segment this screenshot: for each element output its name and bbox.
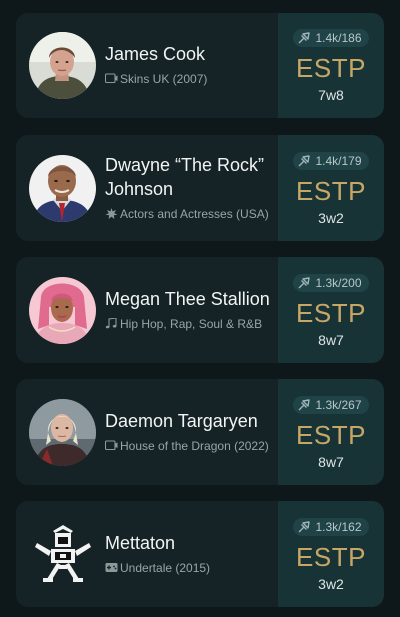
profile-card[interactable]: James Cook Skins UK (2007) 1.4k/186 ESTP…	[16, 13, 384, 118]
star-burst-icon	[105, 207, 118, 219]
votes-badge: 1.4k/179	[293, 151, 369, 170]
votes-badge: 1.3k/200	[293, 273, 369, 292]
vote-icon	[298, 276, 311, 289]
votes-badge: 1.3k/162	[293, 517, 369, 536]
enneagram-wing: 3w2	[318, 209, 344, 226]
votes-badge: 1.4k/186	[293, 29, 369, 47]
votes-count: 1.4k/186	[315, 31, 362, 45]
personality-panel: 1.3k/162 ESTP 3w2	[278, 501, 384, 607]
profile-name: James Cook	[105, 44, 206, 64]
votes-badge: 1.3k/267	[293, 395, 369, 414]
profile-name: Megan Thee Stallion	[105, 288, 270, 309]
profile-category: Undertale (2015)	[105, 559, 210, 578]
profile-card-main: Megan Thee Stallion Hip Hop, Rap, Soul &…	[16, 257, 278, 363]
tv-icon	[105, 73, 118, 84]
votes-count: 1.3k/200	[315, 275, 362, 290]
profile-card[interactable]: Dwayne “The Rock” Johnson Actors and Act…	[16, 135, 384, 241]
profile-name: Dwayne “The Rock” Johnson	[105, 154, 265, 199]
profile-category: House of the Dragon (2022)	[105, 437, 269, 456]
avatar	[29, 32, 96, 99]
avatar	[29, 398, 96, 466]
personality-panel: 1.4k/179 ESTP 3w2	[278, 135, 384, 241]
profile-card-main: James Cook Skins UK (2007)	[16, 13, 278, 118]
profile-card-main: Dwayne “The Rock” Johnson Actors and Act…	[16, 135, 278, 241]
personality-panel: 1.3k/200 ESTP 8w7	[278, 257, 384, 363]
profile-card-main: Daemon Targaryen House of the Dragon (20…	[16, 379, 278, 485]
personality-panel: 1.3k/267 ESTP 8w7	[278, 379, 384, 485]
enneagram-wing: 8w7	[318, 331, 344, 348]
personality-type: ESTP	[296, 175, 366, 206]
gamepad-icon	[105, 562, 118, 573]
profile-category-label: Hip Hop, Rap, Soul & R&B	[120, 316, 263, 331]
profile-name: Mettaton	[105, 532, 176, 553]
profile-category: Hip Hop, Rap, Soul & R&B	[105, 315, 270, 334]
avatar	[29, 154, 96, 222]
vote-icon	[298, 154, 311, 167]
profile-category: Actors and Actresses (USA)	[105, 205, 272, 224]
vote-icon	[298, 398, 311, 411]
tv-icon	[105, 439, 118, 451]
enneagram-wing: 8w7	[318, 453, 344, 470]
profile-card[interactable]: Mettaton Undertale (2015) 1.3k/162 ESTP …	[16, 501, 384, 607]
personality-type: ESTP	[296, 297, 366, 328]
personality-panel: 1.4k/186 ESTP 7w8	[278, 13, 384, 118]
profile-category: Skins UK (2007)	[105, 70, 207, 89]
personality-type: ESTP	[296, 53, 366, 83]
profile-list: James Cook Skins UK (2007) 1.4k/186 ESTP…	[0, 0, 400, 617]
enneagram-wing: 7w8	[318, 87, 344, 103]
votes-count: 1.4k/179	[315, 153, 362, 168]
votes-count: 1.3k/162	[315, 519, 362, 534]
votes-count: 1.3k/267	[315, 397, 362, 412]
enneagram-wing: 3w2	[318, 575, 344, 592]
profile-category-label: Undertale (2015)	[120, 560, 211, 575]
profile-category-label: Actors and Actresses (USA)	[120, 206, 269, 221]
profile-card[interactable]: Daemon Targaryen House of the Dragon (20…	[16, 379, 384, 485]
vote-icon	[298, 520, 311, 533]
music-note-icon	[105, 317, 118, 329]
profile-card-main: Mettaton Undertale (2015)	[16, 501, 278, 607]
profile-category-label: House of the Dragon (2022)	[120, 438, 269, 453]
profile-name: Daemon Targaryen	[105, 410, 258, 431]
personality-type: ESTP	[296, 419, 366, 450]
profile-card[interactable]: Megan Thee Stallion Hip Hop, Rap, Soul &…	[16, 257, 384, 363]
profile-category-label: Skins UK (2007)	[120, 72, 208, 86]
avatar	[29, 520, 96, 588]
vote-icon	[298, 32, 311, 44]
personality-type: ESTP	[296, 541, 366, 572]
avatar	[29, 276, 96, 344]
